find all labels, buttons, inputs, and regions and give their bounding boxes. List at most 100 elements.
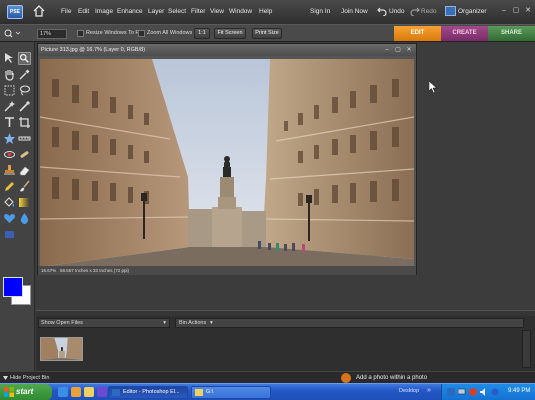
show-open-files-dropdown[interactable]: Show Open Files ▾ — [38, 318, 170, 328]
bin-actions-menu[interactable]: Bin Actions ▾ — [175, 318, 524, 328]
eraser-tool-icon[interactable] — [18, 164, 31, 177]
menu-filter[interactable]: Filter — [191, 8, 205, 15]
maximize-icon[interactable]: ▢ — [512, 7, 520, 15]
magic-wand-tool-icon[interactable] — [3, 100, 16, 113]
photo-thumbnail[interactable] — [40, 337, 83, 361]
photoshop-elements-window: PSE File Edit Image Enhance Layer Select… — [0, 0, 535, 400]
hand-tool-icon[interactable] — [3, 68, 16, 81]
menu-enhance[interactable]: Enhance — [117, 8, 143, 15]
chevron-down-icon: ▾ — [163, 320, 166, 326]
menu-select[interactable]: Select — [168, 8, 186, 15]
taskbar-item-folder[interactable]: G:\ — [191, 386, 271, 399]
triangle-down-icon[interactable] — [3, 376, 8, 380]
bin-actions-label: Bin Actions — [179, 320, 207, 326]
undo-icon[interactable] — [377, 6, 387, 16]
pencil-tool-icon[interactable] — [3, 180, 16, 193]
bin-scrollbar[interactable] — [522, 330, 531, 368]
resize-windows-checkbox[interactable] — [77, 30, 84, 37]
toolbox — [0, 42, 35, 377]
brush-tool-icon[interactable] — [18, 180, 31, 193]
document-close-icon[interactable]: ✕ — [405, 46, 413, 54]
redo-icon[interactable] — [410, 6, 420, 16]
crop-tool-icon[interactable] — [18, 116, 31, 129]
menu-bar: PSE File Edit Image Enhance Layer Select… — [0, 0, 535, 24]
paint-bucket-tool-icon[interactable] — [3, 196, 16, 209]
foreground-color-swatch[interactable] — [3, 277, 23, 297]
system-tray: 9:49 PM — [441, 384, 535, 400]
start-button[interactable]: start — [0, 384, 52, 400]
start-label: start — [16, 387, 34, 396]
tab-create[interactable]: CREATE — [441, 26, 488, 41]
custom-shape-tool-icon[interactable] — [3, 212, 16, 225]
document-status-bar: 16.67% 58.667 Inches x 33 Inches (72 ppi… — [38, 266, 416, 275]
adobe-tray-icon[interactable] — [447, 388, 455, 396]
windows-taskbar: start Editor - Photoshop El... G:\ Deskt… — [0, 383, 535, 400]
lasso-tool-icon[interactable] — [18, 84, 31, 97]
menu-layer[interactable]: Layer — [148, 8, 164, 15]
sign-in-link[interactable]: Sign In — [310, 8, 330, 15]
undo-button[interactable]: Undo — [389, 8, 405, 15]
zoom-all-windows-checkbox[interactable] — [138, 30, 145, 37]
hide-project-bin-button[interactable]: Hide Project Bin — [10, 375, 49, 381]
clone-stamp-tool-icon[interactable] — [3, 164, 16, 177]
document-window: Picture 313.jpg @ 16.7% (Layer 0, RGB/8)… — [37, 43, 417, 275]
zoom-tool-preset-icon[interactable] — [3, 28, 21, 39]
photo-canvas[interactable] — [40, 59, 414, 267]
move-tool-icon[interactable] — [3, 52, 16, 65]
type-tool-icon[interactable] — [3, 116, 16, 129]
document-size-status: 58.667 Inches x 33 Inches (72 ppi) — [60, 268, 130, 273]
messenger-icon[interactable] — [71, 387, 81, 397]
home-icon[interactable] — [33, 5, 45, 17]
menu-edit[interactable]: Edit — [78, 8, 89, 15]
bluetooth-icon[interactable] — [491, 388, 499, 396]
security-shield-icon[interactable] — [469, 388, 477, 396]
cookie-cutter-tool-icon[interactable] — [3, 132, 16, 145]
selection-brush-tool-icon[interactable] — [18, 100, 31, 113]
minimize-icon[interactable]: – — [500, 7, 508, 15]
organizer-icon[interactable] — [445, 6, 456, 16]
media-player-icon[interactable] — [97, 387, 107, 397]
organizer-button[interactable]: Organizer — [458, 8, 487, 15]
marquee-tool-icon[interactable] — [3, 84, 16, 97]
document-title-bar[interactable]: Picture 313.jpg @ 16.7% (Layer 0, RGB/8) — [38, 44, 416, 56]
zoom-tool-icon[interactable] — [18, 52, 31, 65]
menu-window[interactable]: Window — [229, 8, 252, 15]
zoom-input[interactable]: 17% — [37, 29, 67, 39]
menu-image[interactable]: Image — [95, 8, 113, 15]
fit-screen-button[interactable]: Fit Screen — [214, 28, 246, 39]
print-size-button[interactable]: Print Size — [252, 28, 282, 39]
status-bar: Hide Project Bin Add a photo within a ph… — [0, 371, 535, 383]
internet-explorer-icon[interactable] — [58, 387, 68, 397]
volume-icon[interactable] — [480, 388, 488, 396]
tab-share[interactable]: SHARE — [488, 26, 535, 41]
gradient-tool-icon[interactable] — [18, 196, 31, 209]
show-open-files-label: Show Open Files — [41, 320, 83, 326]
help-bulb-icon — [341, 373, 351, 383]
redo-button[interactable]: Redo — [421, 8, 437, 15]
blur-tool-icon[interactable] — [18, 212, 31, 225]
taskbar-clock: 9:49 PM — [508, 388, 531, 394]
eyedropper-tool-icon[interactable] — [18, 68, 31, 81]
menu-view[interactable]: View — [210, 8, 224, 15]
close-icon[interactable]: ✕ — [524, 7, 532, 15]
straighten-tool-icon[interactable] — [18, 132, 31, 145]
chevron-double-icon[interactable]: » — [427, 387, 431, 394]
menu-help[interactable]: Help — [259, 8, 272, 15]
folder-icon[interactable] — [84, 387, 94, 397]
healing-brush-tool-icon[interactable] — [18, 148, 31, 161]
network-icon[interactable] — [458, 388, 466, 396]
document-maximize-icon[interactable]: ▢ — [394, 46, 402, 54]
desktop-toolbar-label[interactable]: Desktop — [399, 388, 419, 394]
menu-file[interactable]: File — [61, 8, 71, 15]
join-now-link[interactable]: Join Now — [341, 8, 368, 15]
help-hint-text: Add a photo within a photo — [356, 375, 428, 381]
actual-pixels-button[interactable]: 1:1 — [194, 28, 210, 39]
app-logo: PSE — [7, 5, 23, 19]
document-minimize-icon[interactable]: – — [383, 46, 391, 54]
red-eye-tool-icon[interactable] — [3, 148, 16, 161]
tab-edit[interactable]: EDIT — [394, 26, 441, 41]
taskbar-item-photoshop-editor[interactable]: Editor - Photoshop El... — [108, 386, 188, 399]
sponge-tool-icon[interactable] — [3, 228, 16, 241]
chevron-down-icon: ▾ — [210, 320, 213, 326]
taskbar-item-label: G:\ — [206, 389, 214, 395]
